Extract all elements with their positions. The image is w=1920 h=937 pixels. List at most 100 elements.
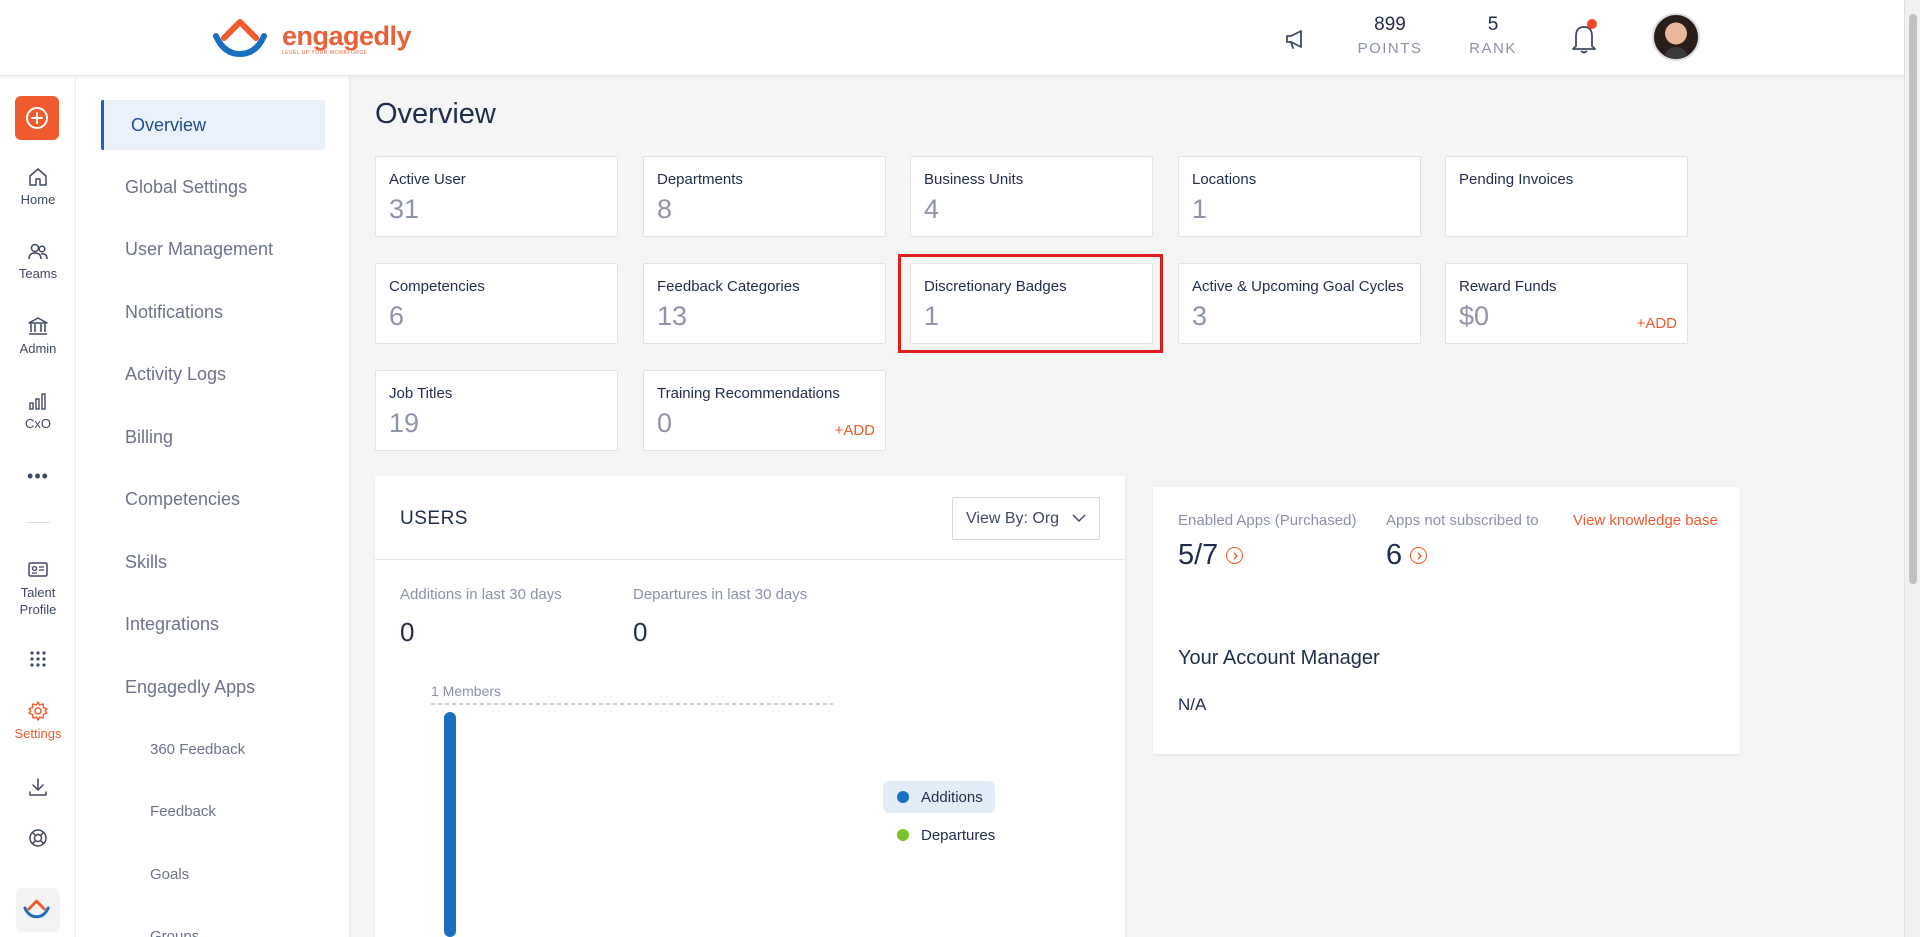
card-departments[interactable]: Departments 8 — [643, 156, 886, 237]
page-scrollbar[interactable] — [1904, 0, 1920, 937]
subnav-item-user-management[interactable]: User Management — [101, 224, 325, 274]
add-training-link[interactable]: +ADD — [835, 422, 875, 439]
subnav-subitem-360-feedback[interactable]: 360 Feedback — [150, 741, 245, 758]
rank-stat[interactable]: 5 RANK — [1463, 14, 1523, 57]
card-value: 13 — [657, 301, 688, 331]
legend-dot-additions — [897, 791, 909, 803]
subnav-item-skills[interactable]: Skills — [101, 537, 325, 587]
card-feedback-categories[interactable]: Feedback Categories 13 — [643, 263, 886, 344]
brand-tagline: LEVEL UP YOUR WORKFORCE — [282, 50, 368, 56]
card-label: Locations — [1192, 171, 1257, 188]
rail-item-label: CxO — [25, 416, 51, 431]
help-lifebuoy-icon[interactable] — [0, 827, 76, 853]
chart-bar-additions — [444, 712, 456, 937]
additions-label: Additions in last 30 days — [400, 586, 562, 603]
card-goal-cycles[interactable]: Active & Upcoming Goal Cycles 3 — [1178, 263, 1421, 344]
points-label: POINTS — [1357, 40, 1423, 57]
card-locations[interactable]: Locations 1 — [1178, 156, 1421, 237]
home-icon — [29, 168, 47, 186]
card-value: 3 — [1192, 301, 1208, 331]
users-panel: USERS View By: Org Additions in last 30 … — [375, 476, 1125, 937]
departures-value: 0 — [633, 617, 648, 647]
card-label: Business Units — [924, 171, 1024, 188]
chevron-down-icon — [1072, 514, 1086, 523]
card-value: 6 — [389, 301, 405, 331]
enabled-apps-value: 5/7 — [1178, 539, 1219, 571]
download-icon[interactable] — [0, 776, 76, 802]
additions-metric: Additions in last 30 days 0 — [400, 586, 562, 648]
rail-item-admin[interactable]: Admin — [0, 315, 76, 356]
card-label: Active User — [389, 171, 466, 188]
enabled-apps-label: Enabled Apps (Purchased) — [1178, 512, 1357, 529]
grid-dots-icon — [30, 651, 46, 667]
admin-icon — [28, 317, 48, 335]
legend-additions[interactable]: Additions — [883, 781, 995, 813]
teams-icon — [28, 243, 48, 260]
rail-item-label: Talent Profile — [19, 585, 57, 617]
card-job-titles[interactable]: Job Titles 19 — [375, 370, 618, 451]
rail-item-cxo[interactable]: CxO — [0, 390, 76, 431]
subnav-item-competencies[interactable]: Competencies — [101, 474, 325, 524]
chevron-right-icon[interactable] — [1226, 547, 1244, 564]
rail-item-settings[interactable]: Settings — [0, 700, 76, 741]
logo-mark-icon — [213, 19, 267, 58]
card-value: 4 — [924, 194, 940, 224]
subnav-item-activity-logs[interactable]: Activity Logs — [101, 349, 325, 399]
subnav-subitem-goals[interactable]: Goals — [150, 866, 189, 883]
card-value: 1 — [1192, 194, 1208, 224]
points-stat[interactable]: 899 POINTS — [1355, 14, 1425, 57]
subnav-subitem-groups[interactable]: Groups — [150, 928, 199, 937]
card-label: Pending Invoices — [1459, 171, 1574, 188]
card-value: 19 — [389, 408, 420, 438]
rail-item-teams[interactable]: Teams — [0, 240, 76, 281]
logo-mark-icon — [23, 899, 50, 919]
legend-departures[interactable]: Departures — [883, 819, 1007, 851]
rank-label: RANK — [1469, 40, 1517, 57]
subnav-subitem-feedback[interactable]: Feedback — [150, 803, 216, 820]
user-avatar[interactable] — [1652, 13, 1700, 61]
not-subscribed-value-row[interactable]: 6 — [1386, 539, 1428, 572]
card-label: Departments — [657, 171, 743, 188]
subnav-item-notifications[interactable]: Notifications — [101, 287, 325, 337]
users-title: USERS — [400, 508, 468, 529]
card-value: 31 — [389, 194, 420, 224]
points-value: 899 — [1374, 14, 1406, 35]
rail-item-home[interactable]: Home — [0, 166, 76, 207]
card-training-recommendations[interactable]: Training Recommendations 0 +ADD — [643, 370, 886, 451]
rail-item-label: Admin — [19, 341, 57, 356]
rail-item-talent-profile[interactable]: Talent Profile — [0, 558, 76, 618]
add-reward-funds-link[interactable]: +ADD — [1637, 315, 1677, 332]
megaphone-icon[interactable] — [1283, 26, 1309, 52]
subnav-item-global-settings[interactable]: Global Settings — [101, 162, 325, 212]
card-pending-invoices[interactable]: Pending Invoices — [1445, 156, 1688, 237]
apps-grid-icon[interactable] — [0, 650, 76, 672]
card-label: Feedback Categories — [657, 278, 800, 295]
card-competencies[interactable]: Competencies 6 — [375, 263, 618, 344]
knowledge-base-link[interactable]: View knowledge base — [1573, 512, 1718, 529]
brand-name: engagedly — [282, 20, 412, 51]
engagedly-mini-logo[interactable] — [0, 888, 76, 932]
subnav-item-engagedly-apps[interactable]: Engagedly Apps — [101, 662, 325, 712]
engagedly-logo[interactable]: engagedly LEVEL UP YOUR WORKFORCE — [210, 14, 412, 58]
departures-metric: Departures in last 30 days 0 — [633, 586, 807, 648]
card-business-units[interactable]: Business Units 4 — [910, 156, 1153, 237]
quick-add-button[interactable] — [15, 96, 59, 140]
users-divider — [375, 559, 1125, 560]
subnav-item-overview[interactable]: Overview — [101, 100, 325, 150]
subnav-item-integrations[interactable]: Integrations — [101, 599, 325, 649]
scrollbar-thumb[interactable] — [1909, 14, 1917, 584]
gear-icon — [28, 701, 48, 721]
notification-dot — [1587, 19, 1597, 29]
subnav-item-billing[interactable]: Billing — [101, 412, 325, 462]
more-icon[interactable]: ••• — [0, 466, 76, 487]
card-reward-funds[interactable]: Reward Funds $0 +ADD — [1445, 263, 1688, 344]
card-label: Training Recommendations — [657, 385, 840, 402]
account-manager-value: N/A — [1178, 695, 1207, 714]
rail-divider — [26, 522, 50, 523]
chevron-right-icon[interactable] — [1410, 547, 1428, 564]
enabled-apps-value-row[interactable]: 5/7 — [1178, 539, 1244, 572]
departures-label: Departures in last 30 days — [633, 586, 808, 603]
chart-line-label: 1 Members — [431, 683, 501, 699]
card-active-user[interactable]: Active User 31 — [375, 156, 618, 237]
view-by-dropdown[interactable]: View By: Org — [952, 497, 1100, 540]
